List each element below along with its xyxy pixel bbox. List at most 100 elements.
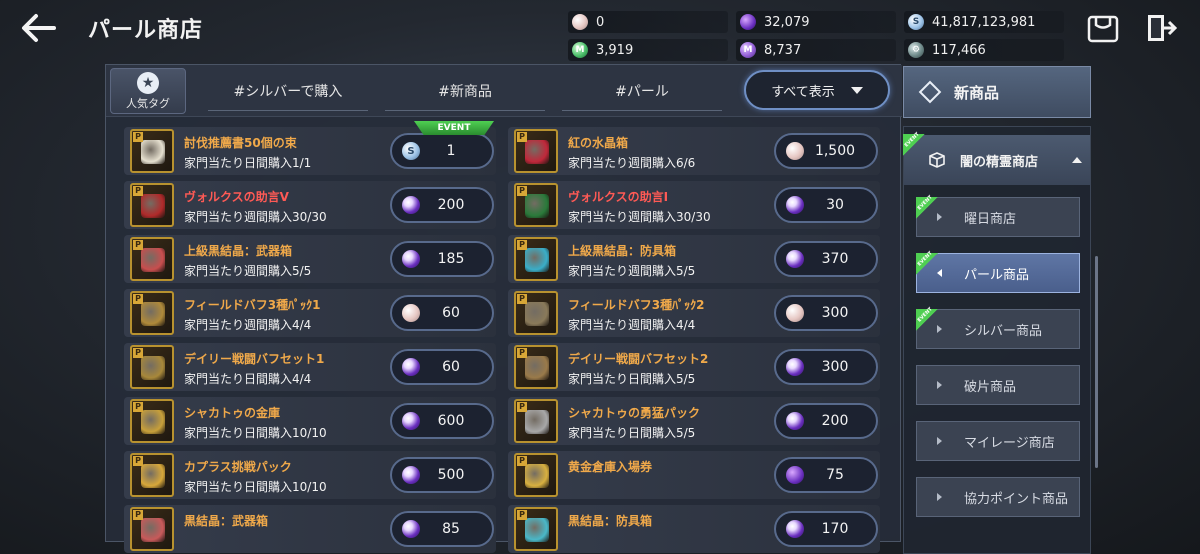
shop-item[interactable]: P ヴォルクスの助言I 家門当たり週間購入30/30 30 [508,181,880,229]
shop-item[interactable]: P 上級黒結晶：防具箱 家門当たり週間購入5/5 370 [508,235,880,283]
sidebar-item-4[interactable]: マイレージ商店 [916,421,1080,461]
shop-item[interactable]: P フィールドバフ3種ﾊﾟｯｸ1 家門当たり週間購入4/4 60 [124,289,496,337]
shop-item[interactable]: P 黒結晶：防具箱 170 [508,505,880,553]
item-name: シャカトゥの金庫 [184,406,281,420]
shop-item[interactable]: P ヴォルクスの助言V 家門当たり週間購入30/30 200 [124,181,496,229]
shop-item[interactable]: P カプラス挑戦パック 家門当たり日間購入10/10 500 [124,451,496,499]
buy-button[interactable]: 85 [390,511,494,547]
pearl-badge-icon: P [517,294,527,304]
pearl-badge-icon: P [517,510,527,520]
item-name: 黒結晶：防具箱 [568,514,653,528]
item-art-icon [141,518,165,542]
shop-item[interactable]: P 討伐推薦書50個の束 家門当たり日間購入1/1 S 1 EVENT [124,121,496,175]
chevron-right-icon [937,493,942,501]
dark-coin-icon [786,466,804,484]
pearl-badge-icon: P [133,240,143,250]
currency-value: 41,817,123,981 [932,14,1036,30]
inventory-icon[interactable] [1086,12,1120,44]
currency-value: 117,466 [932,42,986,58]
shop-item[interactable]: P シャカトゥの勇猛パック 家門当たり日間購入5/5 200 [508,397,880,445]
item-name: 上級黒結晶：防具箱 [568,244,677,258]
shop-item[interactable]: P 黒結晶：武器箱 85 [124,505,496,553]
item-name: カプラス挑戦パック [184,460,292,474]
buy-button[interactable]: 200 [390,187,494,223]
item-price: 1,500 [814,143,856,159]
sidebar-item-1[interactable]: EVENT パール商品 [916,250,1080,293]
show-all-dropdown[interactable]: すべて表示 [744,70,890,110]
buy-button[interactable]: 1,500 [774,133,878,169]
currency-silver: S 41,817,123,981 [904,11,1064,33]
item-art-icon [141,248,165,272]
item-purchase-limit: 家門当たり日間購入5/5 [568,372,696,386]
item-price: 75 [826,467,844,483]
buy-button[interactable]: 600 [390,403,494,439]
buy-button[interactable]: 60 [390,295,494,331]
item-price: 1 [446,143,456,159]
buy-button[interactable]: 60 [390,349,494,385]
sidebar-item-3[interactable]: 破片商品 [916,365,1080,405]
item-art-icon [525,356,549,380]
item-art-icon [525,518,549,542]
item-name: 黒結晶：武器箱 [184,514,269,528]
sidebar-item-0[interactable]: EVENT 曜日商店 [916,194,1080,237]
shop-item[interactable]: P フィールドバフ3種ﾊﾟｯｸ2 家門当たり週間購入4/4 300 [508,289,880,337]
currency-mileage: M 3,919 [568,39,728,61]
currency-value: 3,919 [596,42,634,58]
item-name: デイリー戦闘バフセット2 [568,352,709,366]
buy-button[interactable]: 170 [774,511,878,547]
shop-item[interactable]: P 紅の水晶箱 家門当たり週間購入6/6 1,500 [508,127,880,175]
purple-coin-icon: M [740,42,756,58]
item-price: 300 [821,359,849,375]
pearl-badge-icon: P [133,510,143,520]
sidebar-scrollbar[interactable] [1095,256,1098,468]
buy-button[interactable]: S 1 [390,133,494,169]
page-title: パール商店 [88,18,204,43]
sidebar-item-2[interactable]: EVENT シルバー商品 [916,306,1080,349]
buy-button[interactable]: 300 [774,349,878,385]
tag-new[interactable]: #新商品 [385,77,545,111]
sidebar-item-label: 協力ポイント商品 [964,491,1069,507]
currency-value: 0 [596,14,605,30]
gear-coin-icon: ⚙ [908,42,924,58]
buy-button[interactable]: 300 [774,295,878,331]
buy-button[interactable]: 185 [390,241,494,277]
item-art-icon [141,194,165,218]
tag-silver[interactable]: #シルバーで購入 [208,77,368,111]
shop-item[interactable]: P シャカトゥの金庫 家門当たり日間購入10/10 600 [124,397,496,445]
item-purchase-limit: 家門当たり週間購入6/6 [568,156,696,170]
silver-icon: S [908,14,924,30]
buy-button[interactable]: 75 [774,457,878,493]
tag-pearl[interactable]: #パール [562,77,722,111]
pearl-badge-icon: P [133,348,143,358]
item-thumbnail: P [130,129,174,173]
currency-pearl: 0 [568,11,728,33]
exit-icon[interactable] [1144,12,1178,44]
sidebar-item-label: 破片商品 [964,379,1017,395]
shop-item[interactable]: P デイリー戦闘バフセット2 家門当たり日間購入5/5 300 [508,343,880,391]
item-name: ヴォルクスの助言V [184,190,289,204]
back-arrow-icon[interactable] [18,10,58,46]
sidebar-item-5[interactable]: 協力ポイント商品 [916,477,1080,517]
pearl-badge-icon: P [517,240,527,250]
chevron-down-icon [850,86,863,94]
mileage-icon: M [572,42,588,58]
pearl-badge-icon: P [517,186,527,196]
item-price: 500 [437,467,465,483]
item-thumbnail: P [130,453,174,497]
buy-button[interactable]: 500 [390,457,494,493]
new-items-button[interactable]: 新商品 [903,66,1091,118]
buy-button[interactable]: 30 [774,187,878,223]
popular-tag-label: 人気タグ [126,97,170,110]
purple-coin-icon [786,196,804,214]
shop-item[interactable]: P デイリー戦闘バフセット1 家門当たり日間購入4/4 60 [124,343,496,391]
popular-tag-button[interactable]: ★ 人気タグ [110,68,186,114]
dark-spirit-shop-header[interactable]: EVENT 闇の精霊商店 [903,131,1090,185]
buy-button[interactable]: 370 [774,241,878,277]
shop-item[interactable]: P 黄金倉庫入場券 75 [508,451,880,499]
chevron-right-icon [937,381,942,389]
shop-item[interactable]: P 上級黒結晶：武器箱 家門当たり週間購入5/5 185 [124,235,496,283]
item-name: デイリー戦闘バフセット1 [184,352,325,366]
buy-button[interactable]: 200 [774,403,878,439]
tag-bar: ★ 人気タグ #シルバーで購入 #新商品 #パール すべて表示 [106,65,902,117]
purple-coin-icon [786,358,804,376]
